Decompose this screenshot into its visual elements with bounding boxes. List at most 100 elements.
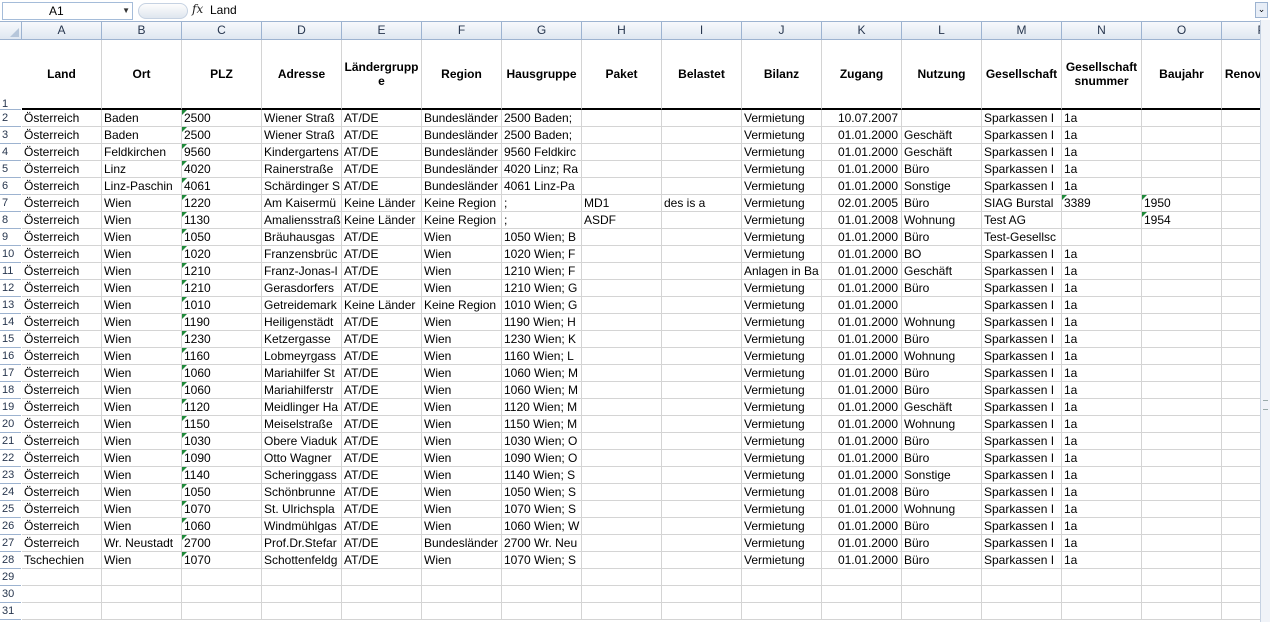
cell[interactable]: Österreich	[22, 110, 102, 127]
cell[interactable]: Wien	[102, 450, 182, 467]
cell[interactable]: Wien	[422, 552, 502, 569]
cell[interactable]: Wien	[102, 501, 182, 518]
cell[interactable]: Vermietung	[742, 450, 822, 467]
cell[interactable]: Wien	[102, 467, 182, 484]
cell[interactable]	[1062, 212, 1142, 229]
cell[interactable]: Wien	[102, 280, 182, 297]
cell[interactable]	[1142, 348, 1222, 365]
cell[interactable]: 2700	[182, 535, 262, 552]
cell[interactable]	[422, 603, 502, 620]
cell[interactable]: Büro	[902, 518, 982, 535]
cell[interactable]: Vermietung	[742, 552, 822, 569]
cell[interactable]: Vermietung	[742, 314, 822, 331]
cell[interactable]: 10.07.2007	[822, 110, 902, 127]
cell[interactable]	[1142, 246, 1222, 263]
cell[interactable]: AT/DE	[342, 127, 422, 144]
cell[interactable]: Büro	[902, 433, 982, 450]
cell[interactable]: Bundesländer	[422, 161, 502, 178]
cell[interactable]: Vermietung	[742, 382, 822, 399]
row-header[interactable]: 23	[0, 467, 21, 484]
cell[interactable]: AT/DE	[342, 450, 422, 467]
cell[interactable]: 02.01.2005	[822, 195, 902, 212]
cell[interactable]	[1142, 467, 1222, 484]
cell[interactable]: Österreich	[22, 331, 102, 348]
cell[interactable]: 1a	[1062, 365, 1142, 382]
cell[interactable]: Meiselstraße	[262, 416, 342, 433]
cell[interactable]	[662, 365, 742, 382]
formula-input[interactable]: Land	[210, 2, 1250, 18]
cell[interactable]: Österreich	[22, 280, 102, 297]
cell[interactable]	[662, 297, 742, 314]
cell[interactable]: 1090	[182, 450, 262, 467]
cell[interactable]: 1160 Wien; L	[502, 348, 582, 365]
cell[interactable]: AT/DE	[342, 518, 422, 535]
cell[interactable]: Österreich	[22, 348, 102, 365]
cell[interactable]	[662, 603, 742, 620]
cell[interactable]: Anlagen in Ba	[742, 263, 822, 280]
cell[interactable]: 01.01.2000	[822, 348, 902, 365]
cell[interactable]: Wien	[422, 331, 502, 348]
cell[interactable]	[742, 603, 822, 620]
cell[interactable]	[1142, 552, 1222, 569]
cell[interactable]: 1060 Wien; M	[502, 365, 582, 382]
cell[interactable]: AT/DE	[342, 348, 422, 365]
cell[interactable]: 1210 Wien; F	[502, 263, 582, 280]
column-header-c[interactable]: C	[182, 22, 262, 39]
cell[interactable]	[662, 246, 742, 263]
cell[interactable]: Wien	[102, 382, 182, 399]
cell[interactable]	[582, 501, 662, 518]
cell[interactable]: Österreich	[22, 246, 102, 263]
column-title[interactable]: Nutzung	[902, 40, 982, 110]
row-header[interactable]: 28	[0, 552, 21, 569]
row-header[interactable]: 17	[0, 365, 21, 382]
cell[interactable]: Vermietung	[742, 178, 822, 195]
cell[interactable]: Rainerstraße	[262, 161, 342, 178]
column-title[interactable]: Belastet	[662, 40, 742, 110]
cell[interactable]: Österreich	[22, 535, 102, 552]
cell[interactable]: AT/DE	[342, 246, 422, 263]
cell[interactable]	[1142, 127, 1222, 144]
cell[interactable]	[582, 416, 662, 433]
cell[interactable]	[102, 586, 182, 603]
cell[interactable]: Sparkassen I	[982, 450, 1062, 467]
cell[interactable]: 1a	[1062, 518, 1142, 535]
cell[interactable]: Österreich	[22, 450, 102, 467]
cell[interactable]: Kindergartens	[262, 144, 342, 161]
cell[interactable]: 1a	[1062, 178, 1142, 195]
column-title[interactable]: Ländergruppe	[342, 40, 422, 110]
cell[interactable]: Heiligenstädt	[262, 314, 342, 331]
cell[interactable]: Amaliensstraß	[262, 212, 342, 229]
cell[interactable]: Vermietung	[742, 127, 822, 144]
cell[interactable]: Bundesländer	[422, 178, 502, 195]
column-header-g[interactable]: G	[502, 22, 582, 39]
cell[interactable]: Wien	[422, 518, 502, 535]
cell[interactable]: Wien	[102, 484, 182, 501]
cell[interactable]: Otto Wagner	[262, 450, 342, 467]
cell[interactable]: Gerasdorfers	[262, 280, 342, 297]
cell[interactable]: Wohnung	[902, 501, 982, 518]
row-header[interactable]: 29	[0, 569, 21, 586]
cell[interactable]: St. Ulrichspla	[262, 501, 342, 518]
cell[interactable]: Getreidemark	[262, 297, 342, 314]
cell[interactable]: 1060	[182, 365, 262, 382]
cell[interactable]: AT/DE	[342, 501, 422, 518]
cell[interactable]: Wien	[422, 484, 502, 501]
cell[interactable]: Mariahilferstr	[262, 382, 342, 399]
cell[interactable]: 4061	[182, 178, 262, 195]
cell[interactable]: Vermietung	[742, 195, 822, 212]
cell[interactable]: Mariahilfer St	[262, 365, 342, 382]
cell[interactable]: ASDF	[582, 212, 662, 229]
cell[interactable]	[102, 603, 182, 620]
cell[interactable]	[582, 382, 662, 399]
cell[interactable]	[822, 586, 902, 603]
cell[interactable]: AT/DE	[342, 365, 422, 382]
cell[interactable]: Wiener Straß	[262, 127, 342, 144]
cell[interactable]: Wien	[102, 348, 182, 365]
cell[interactable]	[1142, 331, 1222, 348]
cell[interactable]: 01.01.2000	[822, 297, 902, 314]
cell[interactable]: 1020 Wien; F	[502, 246, 582, 263]
cell[interactable]: Wien	[102, 229, 182, 246]
row-header[interactable]: 19	[0, 399, 21, 416]
cell[interactable]	[662, 450, 742, 467]
cell[interactable]: Sparkassen I	[982, 178, 1062, 195]
